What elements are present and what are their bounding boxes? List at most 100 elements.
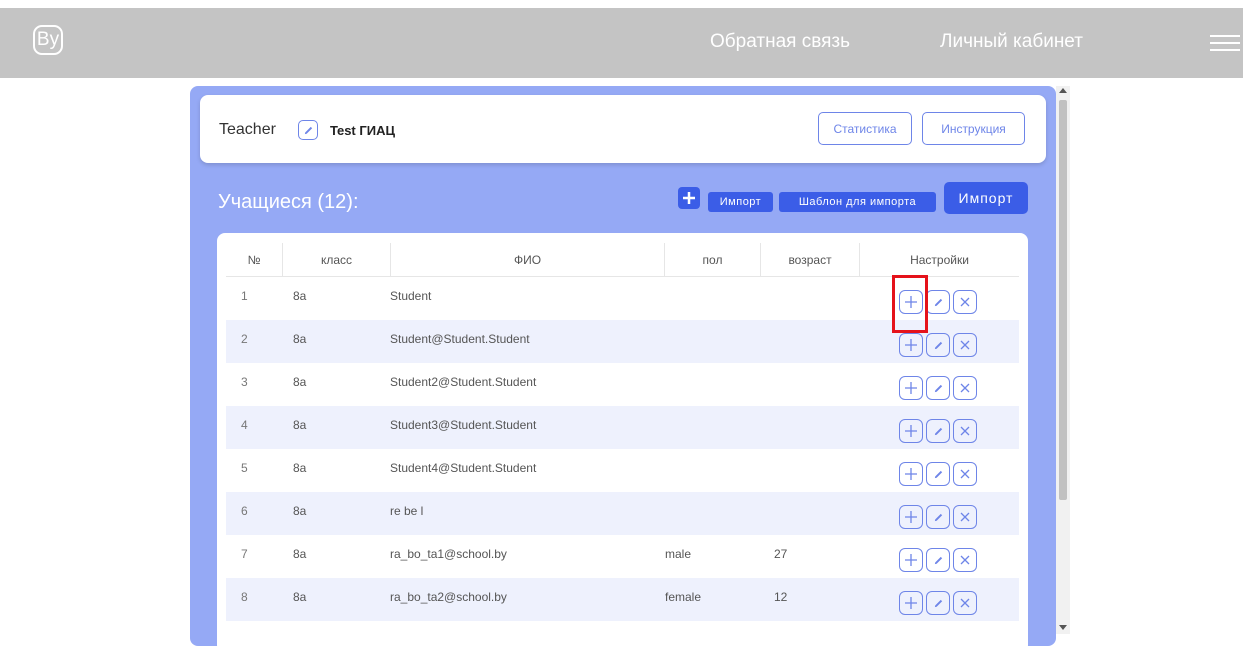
import-template-button[interactable]: Шаблон для импорта — [779, 192, 936, 212]
add-button[interactable] — [899, 462, 923, 486]
plus-icon — [905, 382, 917, 394]
row-fio: Student — [390, 289, 432, 303]
statistics-button[interactable]: Статистика — [818, 112, 912, 145]
row-number: 5 — [241, 461, 248, 475]
add-button[interactable] — [899, 591, 923, 615]
delete-button[interactable] — [953, 333, 977, 357]
students-title: Учащиеся (12): — [218, 191, 359, 213]
add-button[interactable] — [899, 333, 923, 357]
row-class: 8а — [293, 375, 307, 389]
row-class: 8а — [293, 547, 307, 561]
plus-icon — [905, 339, 917, 351]
close-icon — [960, 469, 970, 479]
row-number: 6 — [241, 504, 248, 518]
scrollbar-thumb[interactable] — [1059, 100, 1067, 500]
add-button[interactable] — [899, 376, 923, 400]
nav-feedback-link[interactable]: Обратная связь — [710, 31, 850, 53]
table-row: 4 8а Student3@Student.Student — [226, 406, 1019, 449]
import-small-button[interactable]: Импорт — [708, 192, 773, 212]
row-number: 1 — [241, 289, 248, 303]
table-row: 6 8а re be l — [226, 492, 1019, 535]
pencil-icon — [934, 384, 942, 392]
delete-button[interactable] — [953, 591, 977, 615]
row-fio: ra_bo_ta2@school.by — [390, 590, 507, 604]
delete-button[interactable] — [953, 462, 977, 486]
row-fio: Student4@Student.Student — [390, 461, 537, 475]
table-row: 5 8а Student4@Student.Student — [226, 449, 1019, 492]
pencil-icon — [934, 470, 942, 478]
teacher-card: Teacher Test ГИАЦ Статистика Инструкция — [200, 95, 1046, 163]
edit-button[interactable] — [926, 333, 950, 357]
table-row: 8 8а ra_bo_ta2@school.by female 12 — [226, 578, 1019, 621]
pencil-icon — [934, 298, 942, 306]
edit-button[interactable] — [926, 462, 950, 486]
row-fio: ra_bo_ta1@school.by — [390, 547, 507, 561]
row-number: 3 — [241, 375, 248, 389]
edit-button[interactable] — [926, 505, 950, 529]
col-number: № — [226, 243, 283, 276]
highlight-box — [892, 275, 928, 333]
plus-icon — [905, 597, 917, 609]
table-header: № класс ФИО пол возраст Настройки — [226, 243, 1019, 277]
add-button[interactable] — [899, 419, 923, 443]
edit-button[interactable] — [926, 548, 950, 572]
import-button[interactable]: Импорт — [944, 182, 1028, 214]
scroll-up-icon[interactable] — [1059, 88, 1067, 93]
close-icon — [960, 512, 970, 522]
row-class: 8а — [293, 461, 307, 475]
row-sex: male — [665, 547, 692, 561]
row-class: 8а — [293, 332, 307, 346]
pencil-icon — [934, 427, 942, 435]
menu-icon[interactable] — [1210, 35, 1240, 53]
scrollbar[interactable] — [1056, 86, 1070, 634]
row-actions — [899, 333, 977, 357]
instruction-button[interactable]: Инструкция — [922, 112, 1025, 145]
row-age: 12 — [774, 590, 788, 604]
plus-icon — [905, 425, 917, 437]
row-fio: Student3@Student.Student — [390, 418, 537, 432]
delete-button[interactable] — [953, 548, 977, 572]
delete-button[interactable] — [953, 505, 977, 529]
add-button[interactable] — [899, 505, 923, 529]
row-actions — [899, 376, 977, 400]
col-settings: Настройки — [910, 252, 969, 267]
delete-button[interactable] — [953, 290, 977, 314]
pencil-icon — [934, 556, 942, 564]
table-row: 3 8а Student2@Student.Student — [226, 363, 1019, 406]
close-icon — [960, 297, 970, 307]
row-number: 7 — [241, 547, 248, 561]
row-sex: female — [665, 590, 702, 604]
top-navbar: By Обратная связь Личный кабинет — [0, 8, 1243, 78]
close-icon — [960, 383, 970, 393]
row-class: 8а — [293, 418, 307, 432]
plus-icon — [683, 192, 695, 204]
pencil-icon — [304, 126, 312, 134]
nav-cabinet-link[interactable]: Личный кабинет — [940, 31, 1083, 53]
edit-button[interactable] — [926, 376, 950, 400]
row-number: 2 — [241, 332, 248, 346]
scroll-down-icon[interactable] — [1059, 625, 1067, 630]
row-number: 8 — [241, 590, 248, 604]
add-button[interactable] — [899, 548, 923, 572]
delete-button[interactable] — [953, 376, 977, 400]
col-fio: ФИО — [391, 243, 665, 276]
add-student-button[interactable] — [678, 187, 700, 209]
edit-button[interactable] — [926, 591, 950, 615]
row-class: 8а — [293, 504, 307, 518]
teacher-name: Teacher — [219, 121, 276, 138]
table-row: 7 8а ra_bo_ta1@school.by male 27 — [226, 535, 1019, 578]
edit-button[interactable] — [926, 290, 950, 314]
delete-button[interactable] — [953, 419, 977, 443]
row-fio: re be l — [390, 504, 424, 518]
edit-teacher-button[interactable] — [298, 120, 318, 140]
close-icon — [960, 426, 970, 436]
row-class: 8а — [293, 590, 307, 604]
row-class: 8а — [293, 289, 307, 303]
edit-button[interactable] — [926, 419, 950, 443]
row-actions — [899, 591, 977, 615]
close-icon — [960, 598, 970, 608]
close-icon — [960, 555, 970, 565]
row-actions — [899, 548, 977, 572]
logo[interactable]: By — [33, 25, 63, 55]
pencil-icon — [934, 341, 942, 349]
